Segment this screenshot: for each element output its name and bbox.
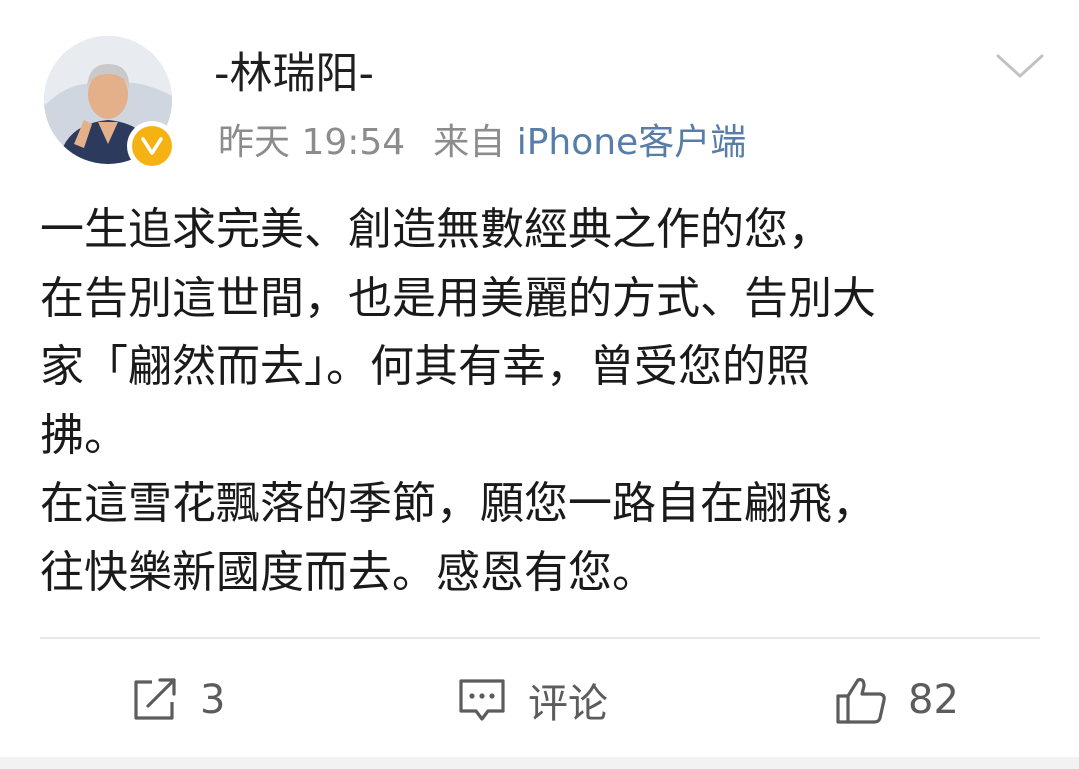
repost-button[interactable]: 3 (130, 668, 225, 732)
thumbs-up-icon (836, 678, 886, 724)
repost-icon (134, 678, 176, 720)
weibo-post-card: -林瑞阳- 昨天 19:54 来自 iPhone客户端 一生追求完美、創造無數經典… (0, 0, 1079, 769)
post-text-line: 往快樂新國度而去。感恩有您。 (40, 546, 656, 598)
verified-v-badge-icon (141, 137, 163, 155)
post-text-line: 在這雪花飄落的季節，願您一路自在翩飛， (40, 478, 876, 529)
source-prefix: 来自 (433, 122, 506, 163)
like-count: 82 (908, 677, 959, 723)
post-text: 一生追求完美、創造無數經典之作的您， 在告別這世間，也是用美麗的方式、告別大 家… (40, 196, 1040, 607)
post-menu-button[interactable] (992, 46, 1048, 86)
bottom-separator (0, 757, 1079, 769)
source-client-link[interactable]: iPhone客户端 (517, 122, 747, 163)
post-date: 昨天 (218, 122, 291, 163)
post-time: 19:54 (301, 122, 406, 163)
repost-count: 3 (200, 677, 226, 723)
post-text-line: 在告別這世間，也是用美麗的方式、告別大 (40, 272, 876, 324)
comment-label: 评论 (528, 681, 608, 727)
like-button[interactable]: 82 (834, 668, 959, 732)
comment-button[interactable]: 评论 (456, 668, 608, 732)
post-text-line: 家「翩然而去」。何其有幸，曾受您的照 (40, 341, 810, 392)
post-text-line: 一生追求完美、創造無數經典之作的您， (40, 204, 832, 255)
author-name[interactable]: -林瑞阳- (214, 46, 374, 102)
comment-icon (459, 679, 505, 721)
verified-badge (127, 121, 177, 171)
post-text-line: 拂。 (40, 409, 128, 461)
divider (40, 637, 1040, 639)
chevron-down-icon (996, 54, 1044, 78)
post-meta: 昨天 19:54 来自 iPhone客户端 (218, 118, 746, 168)
